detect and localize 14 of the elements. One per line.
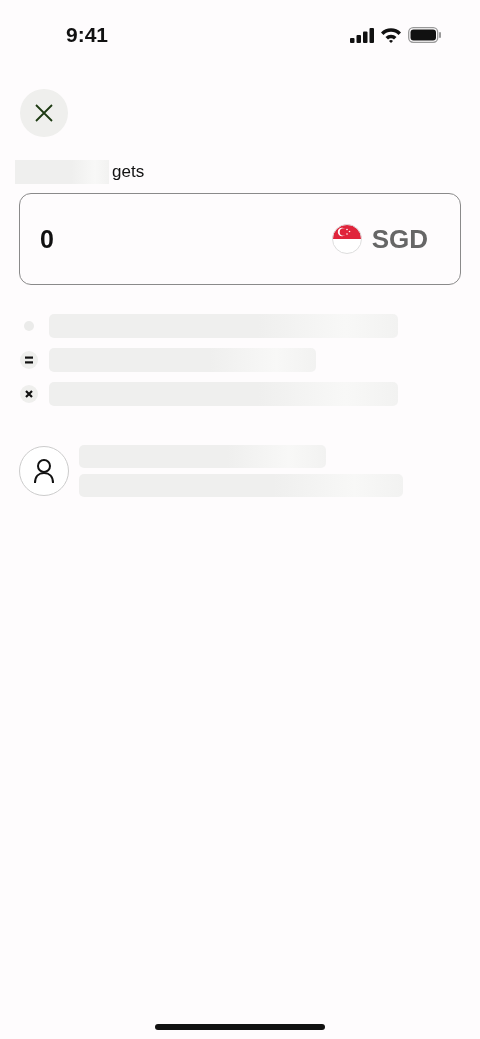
recipient-gets-label: gets: [112, 162, 145, 182]
avatar-button[interactable]: [19, 446, 69, 496]
amount-field[interactable]: 0 SGD: [19, 193, 461, 285]
multiply-icon: [19, 384, 39, 404]
singapore-flag-icon: [331, 224, 362, 254]
signal-icon: [350, 27, 374, 43]
wifi-icon: [380, 27, 402, 43]
close-icon: [34, 103, 54, 123]
battery-icon: [408, 27, 442, 43]
person-icon: [33, 458, 55, 484]
equals-icon: [19, 350, 39, 370]
status-time: 9:41: [66, 23, 109, 47]
currency-code[interactable]: SGD: [371, 223, 428, 255]
close-button[interactable]: [20, 89, 68, 137]
